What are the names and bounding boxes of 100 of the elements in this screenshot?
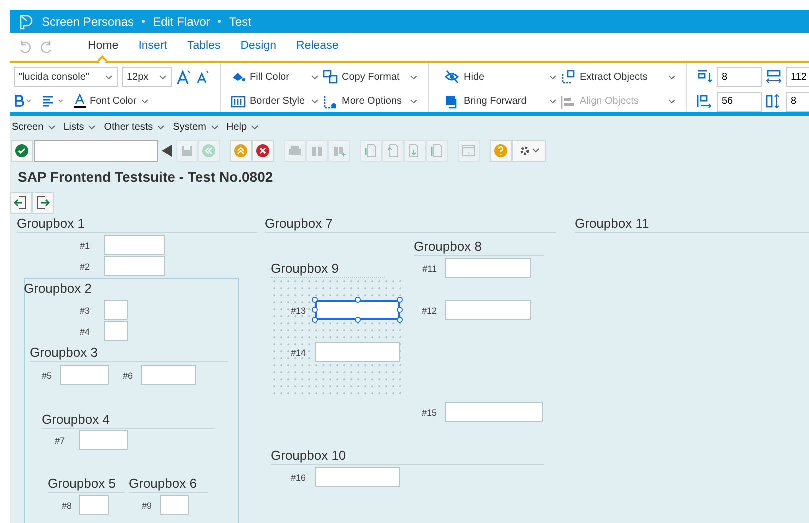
input-field[interactable] xyxy=(104,256,165,276)
input-field[interactable] xyxy=(79,495,109,515)
import-icon xyxy=(14,196,28,210)
ribbon-tab[interactable]: Tables xyxy=(181,33,227,61)
input-field[interactable] xyxy=(315,342,400,362)
groupbox-title: Groupbox 5 xyxy=(48,476,125,493)
groupbox-title: Groupbox 3 xyxy=(30,345,228,362)
last-page-icon xyxy=(430,144,444,158)
top-position-icon xyxy=(697,70,713,85)
input-field[interactable] xyxy=(79,430,128,450)
caret-icon xyxy=(549,74,557,80)
title-text: Test xyxy=(229,14,252,30)
ribbon-command-button[interactable]: Bring Forward xyxy=(445,92,557,112)
position-field[interactable]: 56 xyxy=(717,92,762,112)
undo-icon[interactable] xyxy=(18,40,32,54)
paint-bucket-icon xyxy=(231,70,246,84)
field-label: #7 xyxy=(54,435,65,448)
align-icon[interactable] xyxy=(42,95,66,107)
resize-handle[interactable] xyxy=(354,297,360,303)
exit-icon xyxy=(234,144,248,158)
caret-icon xyxy=(549,98,557,105)
left-position-icon xyxy=(697,94,713,110)
input-field[interactable] xyxy=(141,365,196,385)
field-label: #4 xyxy=(78,326,90,339)
bold-icon[interactable] xyxy=(14,95,34,107)
separator-dot xyxy=(218,20,222,23)
toolbar-button[interactable] xyxy=(512,140,546,162)
font-select[interactable]: "lucida console" xyxy=(14,67,118,87)
grow-font-icon[interactable] xyxy=(176,69,192,85)
ribbon-command-button[interactable]: Border Style xyxy=(231,92,319,112)
position-field[interactable]: 8 xyxy=(717,67,762,88)
input-field[interactable] xyxy=(445,402,543,422)
first-page-icon xyxy=(364,144,378,158)
chevron-down-icon xyxy=(157,124,166,131)
field-label: #5 xyxy=(40,370,52,383)
input-field[interactable] xyxy=(104,300,128,320)
caret-icon xyxy=(668,74,676,80)
save-icon xyxy=(180,144,194,158)
groupbox-title: Groupbox 7 xyxy=(265,216,556,233)
position-field[interactable]: 8 xyxy=(786,92,809,112)
import-button[interactable] xyxy=(10,192,32,214)
field-label: #2 xyxy=(78,261,90,274)
chevron-down-icon xyxy=(48,124,56,131)
align-objects-icon xyxy=(561,94,576,108)
groupbox-title: Groupbox 2 xyxy=(24,281,93,297)
input-field[interactable] xyxy=(160,495,189,515)
menu-item[interactable]: Other tests xyxy=(102,120,168,135)
input-field[interactable] xyxy=(315,300,400,320)
menu-item[interactable]: Lists xyxy=(62,120,98,135)
new-session-icon xyxy=(462,144,476,158)
input-field[interactable] xyxy=(315,467,400,487)
back-icon xyxy=(202,144,216,158)
input-field[interactable] xyxy=(445,300,531,320)
back-triangle-icon[interactable] xyxy=(161,144,173,158)
input-field[interactable] xyxy=(60,365,109,385)
font-color-icon xyxy=(74,94,86,108)
menu-item[interactable]: Screen xyxy=(10,120,58,135)
find-icon xyxy=(310,144,324,158)
ribbon-tab[interactable]: Release xyxy=(290,33,345,61)
caret-icon xyxy=(410,98,418,105)
input-field[interactable] xyxy=(104,235,165,255)
print-icon xyxy=(288,144,302,158)
more-options-icon xyxy=(323,94,338,108)
find-next-icon xyxy=(332,144,346,158)
border-style-icon xyxy=(231,94,246,108)
toolbar-button[interactable] xyxy=(252,140,274,162)
field-label: #8 xyxy=(60,500,72,513)
command-field[interactable] xyxy=(34,140,158,162)
menu-item[interactable]: System xyxy=(171,120,220,135)
ribbon-tab[interactable]: Design xyxy=(234,33,283,61)
ribbon-command-button[interactable]: Extract Objects xyxy=(561,67,676,87)
font-size-select[interactable]: 12px xyxy=(122,67,172,87)
separator-dot xyxy=(142,20,146,23)
chevron-down-icon xyxy=(210,124,218,131)
groupbox-title: Groupbox 6 xyxy=(129,476,208,493)
toolbar-button[interactable] xyxy=(11,140,33,162)
field-label: #16 xyxy=(290,472,306,485)
groupbox-title: Groupbox 1 xyxy=(17,216,258,233)
input-field[interactable] xyxy=(104,321,128,341)
extract-objects-icon xyxy=(561,70,576,84)
groupbox-title: Groupbox 9 xyxy=(271,261,385,278)
ribbon-command-button[interactable]: Copy Format xyxy=(323,67,418,87)
ribbon-command-button[interactable]: More Options xyxy=(323,92,418,112)
ribbon-tab[interactable]: Insert xyxy=(132,33,174,61)
groupbox-title: Groupbox 8 xyxy=(414,239,544,256)
shrink-font-icon[interactable] xyxy=(196,70,210,84)
hide-icon xyxy=(445,70,460,84)
input-field[interactable] xyxy=(445,258,531,278)
position-field[interactable]: 112 xyxy=(786,67,809,88)
field-label: #6 xyxy=(122,370,133,383)
caret-icon xyxy=(140,98,149,104)
font-color-button[interactable]: Font Color xyxy=(74,91,149,111)
title-text: Edit Flavor xyxy=(153,14,210,30)
help-icon xyxy=(494,144,508,158)
ribbon-command-button[interactable]: Hide xyxy=(445,67,557,87)
redo-icon[interactable] xyxy=(40,40,54,54)
ribbon-command-button[interactable]: Fill Color xyxy=(231,67,319,87)
menu-item[interactable]: Help xyxy=(224,120,262,135)
export-button[interactable] xyxy=(32,192,54,214)
caret-icon xyxy=(105,74,113,80)
